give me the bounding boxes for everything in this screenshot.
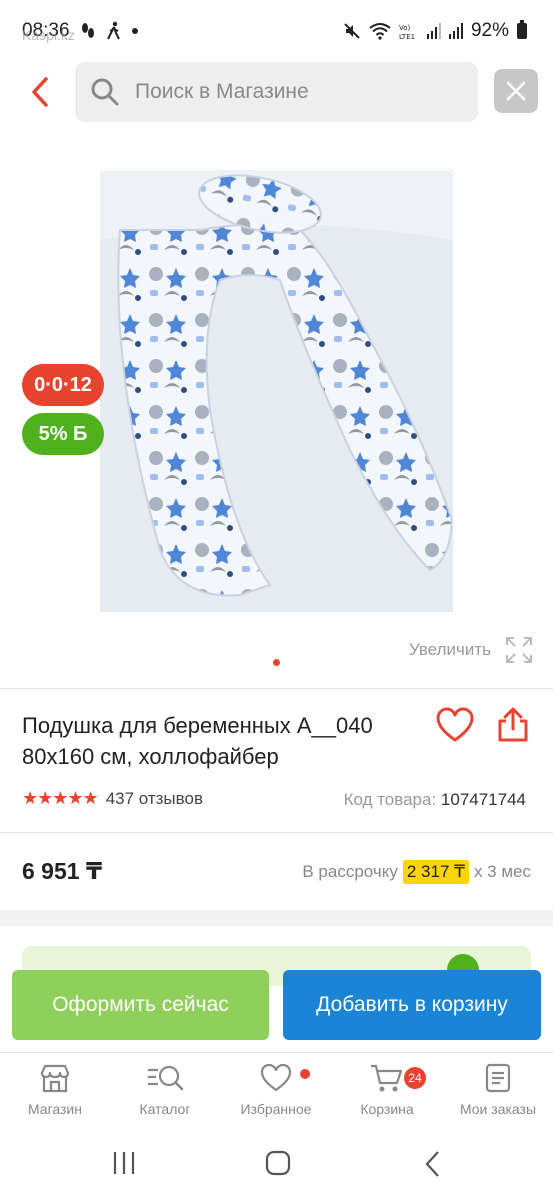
store-icon xyxy=(40,1064,70,1093)
footprints-icon xyxy=(81,23,94,38)
battery-percent: 92% xyxy=(470,20,509,41)
tab-label: Корзина xyxy=(360,1101,414,1117)
cart-count-badge: 24 xyxy=(404,1067,426,1089)
status-bar: 08:36 Kaspi.kz Vo) LTE1 92% xyxy=(0,0,553,62)
search-icon xyxy=(91,78,119,106)
expand-icon xyxy=(506,637,532,663)
search-input[interactable] xyxy=(135,62,465,122)
notification-dot xyxy=(300,1069,310,1079)
buy-now-button[interactable]: Оформить сейчас xyxy=(12,970,269,1040)
divider xyxy=(0,832,553,833)
installment-badge: 0·0·12 xyxy=(22,364,104,406)
walking-icon xyxy=(106,21,120,40)
ghost-app-label: Kaspi.kz xyxy=(22,27,75,43)
orders-icon xyxy=(485,1063,511,1093)
share-button[interactable] xyxy=(496,707,530,748)
recent-apps-icon xyxy=(113,1152,135,1174)
section-separator xyxy=(0,910,553,926)
product-price: 6 951 ₸ xyxy=(22,858,102,884)
catalog-icon xyxy=(148,1065,184,1091)
pregnancy-pillow-image xyxy=(100,170,453,612)
tab-label: Мои заказы xyxy=(459,1101,537,1117)
system-nav-bar xyxy=(0,1132,553,1200)
system-back-button[interactable] xyxy=(424,1150,442,1183)
back-button[interactable] xyxy=(20,70,60,114)
tab-label: Избранное xyxy=(240,1101,312,1117)
tab-cart[interactable]: 24 Корзина xyxy=(332,1063,442,1117)
installment-amount: 2 317 ₸ xyxy=(402,860,469,884)
wifi-icon xyxy=(369,23,391,40)
signal-1-icon xyxy=(426,23,441,39)
tab-orders[interactable]: Мои заказы xyxy=(443,1063,553,1117)
favorite-button[interactable] xyxy=(436,707,474,748)
installment-prefix: В рассрочку xyxy=(302,862,398,881)
bonus-badge: 5% Б xyxy=(22,413,104,455)
search-bar[interactable] xyxy=(75,62,478,122)
home-button[interactable] xyxy=(265,1150,291,1181)
divider xyxy=(0,688,553,689)
bottom-tab-bar: Магазин Каталог Избранное 24 Корзина Мои… xyxy=(0,1052,553,1132)
heart-icon xyxy=(260,1063,292,1092)
reviews-count: 437 отзывов xyxy=(105,788,203,808)
rating-stars: ★★★★★ xyxy=(22,788,99,808)
heart-icon xyxy=(436,707,474,742)
cart-icon xyxy=(371,1064,403,1092)
product-code-value: 107471744 xyxy=(440,790,526,809)
close-search-button[interactable] xyxy=(494,69,538,113)
signal-2-icon xyxy=(448,23,463,39)
share-icon xyxy=(498,707,528,742)
product-code-label: Код товара: xyxy=(343,790,437,809)
product-page: 08:36 Kaspi.kz Vo) LTE1 92% Поиск в Мага… xyxy=(0,0,553,1200)
product-image[interactable] xyxy=(100,170,453,612)
tab-catalog[interactable]: Каталог xyxy=(110,1063,220,1117)
zoom-button[interactable]: Увеличить xyxy=(409,636,533,664)
zoom-label: Увеличить xyxy=(409,640,491,659)
rating-row[interactable]: ★★★★★ 437 отзывов xyxy=(22,788,203,809)
battery-icon xyxy=(517,20,527,39)
product-title: Подушка для беременных A__040 80х160 см,… xyxy=(22,713,373,769)
add-to-cart-button[interactable]: Добавить в корзину xyxy=(283,970,541,1040)
back-icon xyxy=(425,1151,439,1177)
product-code: Код товара: 107471744 xyxy=(344,790,526,810)
chevron-left-icon xyxy=(32,77,48,107)
tab-label: Каталог xyxy=(139,1101,191,1117)
installment-info: В рассрочку 2 317 ₸ х 3 мес xyxy=(302,860,531,884)
installment-suffix: х 3 мес xyxy=(473,862,531,881)
tab-store[interactable]: Магазин xyxy=(0,1063,110,1117)
home-icon xyxy=(265,1150,291,1176)
tab-favorites[interactable]: Избранное xyxy=(221,1063,331,1117)
mute-icon xyxy=(344,23,360,39)
notification-dot-icon xyxy=(131,28,138,34)
volte-icon: Vo)LTE1 xyxy=(399,24,415,40)
image-pager-dot xyxy=(273,659,280,666)
svg-text:LTE1: LTE1 xyxy=(399,33,415,40)
svg-text:Vo): Vo) xyxy=(399,24,411,32)
tab-label: Магазин xyxy=(27,1101,82,1117)
recent-apps-button[interactable] xyxy=(112,1150,136,1181)
close-icon xyxy=(506,81,526,101)
